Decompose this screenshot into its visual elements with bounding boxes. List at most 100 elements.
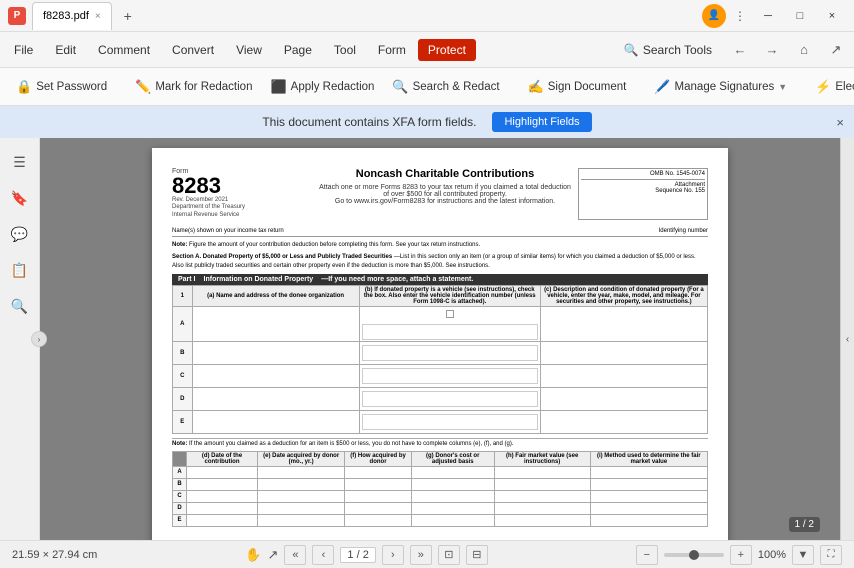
tab-bar: f8283.pdf × + [32, 2, 140, 30]
table2-row-a: A [173, 466, 708, 478]
col-i-header: (i) Method used to determine the fair ma… [590, 451, 707, 466]
select-tool-btn[interactable]: ↗ [268, 547, 279, 563]
fit-width-btn[interactable]: ⊟ [466, 545, 488, 565]
close-btn[interactable]: × [818, 5, 846, 27]
tab-close-btn[interactable]: × [95, 11, 101, 22]
menu-view[interactable]: View [226, 39, 272, 61]
contribution-details-table: (d) Date of the contribution (e) Date ac… [172, 451, 708, 527]
menu-file[interactable]: File [4, 39, 43, 61]
sidebar-icon-pages[interactable]: 📋 [4, 254, 36, 286]
dropdown-arrow-icon: ▼ [778, 82, 787, 92]
row2-a-fmv [494, 466, 590, 478]
new-tab-btn[interactable]: + [116, 4, 140, 28]
sidebar-icon-bookmark[interactable]: 🔖 [4, 182, 36, 214]
sidebar-icon-search[interactable]: 🔍 [4, 290, 36, 322]
hand-tool-btn[interactable]: ✋ [245, 547, 261, 563]
fullscreen-btn[interactable]: ⛶ [820, 545, 842, 565]
row2-b-fmv [494, 478, 590, 490]
row2-a-date [187, 466, 258, 478]
zoom-out-btn[interactable]: − [636, 545, 658, 565]
menu-comment[interactable]: Comment [88, 39, 160, 61]
row-a-vehicle [359, 306, 540, 341]
last-page-btn[interactable]: » [410, 545, 432, 565]
donated-property-table: 1 (a) Name and address of the donee orga… [172, 285, 708, 434]
zoom-dropdown-btn[interactable]: ▼ [792, 545, 814, 565]
menu-protect[interactable]: Protect [418, 39, 476, 61]
pdf-tab[interactable]: f8283.pdf × [32, 2, 112, 30]
highlight-fields-btn[interactable]: Highlight Fields [492, 112, 591, 132]
search-redact-btn[interactable]: 🔍 Search & Redact [384, 75, 507, 99]
xfa-message: This document contains XFA form fields. [262, 115, 476, 129]
fit-page-btn[interactable]: ⊡ [438, 545, 460, 565]
row-a-desc [540, 306, 707, 341]
manage-signatures-btn[interactable]: 🖊️ Manage Signatures ▼ [646, 75, 795, 99]
sidebar-icon-comment[interactable]: 💬 [4, 218, 36, 250]
table-row-c: C [173, 364, 708, 387]
row-d-vehicle [359, 387, 540, 410]
col2-num-header [173, 451, 187, 466]
first-page-btn[interactable]: « [284, 545, 306, 565]
right-sidebar-toggle[interactable]: ‹ [840, 138, 854, 540]
menu-right: 🔍 Search Tools ← → ⌂ ↗ [614, 36, 850, 64]
form-number: 8283 [172, 175, 312, 197]
bottom-note-bold: Note: [172, 441, 187, 447]
row2-e-method [590, 514, 707, 526]
part-title: Information on Donated Property [204, 276, 314, 283]
table2-row-c: C [173, 490, 708, 502]
redaction-mark-icon: ✏️ [135, 79, 151, 95]
prev-page-btn[interactable]: ‹ [312, 545, 334, 565]
table-row-b: B [173, 341, 708, 364]
sign-document-btn[interactable]: ✍️ Sign Document [520, 75, 635, 99]
status-bar-center: ✋ ↗ « ‹ 1 / 2 › » ⊡ ⊟ [105, 545, 628, 565]
minimize-btn[interactable]: ─ [754, 5, 782, 27]
set-password-btn[interactable]: 🔒 Set Password [8, 75, 115, 99]
row2-b-how [345, 478, 411, 490]
nav-forward-btn[interactable]: → [758, 36, 786, 64]
search-tools-btn[interactable]: 🔍 Search Tools [614, 39, 722, 61]
nav-back-btn[interactable]: ← [726, 36, 754, 64]
row2-e-how [345, 514, 411, 526]
search-tools-label: Search Tools [643, 43, 712, 57]
nav-share-btn[interactable]: ↗ [822, 36, 850, 64]
nav-home-btn[interactable]: ⌂ [790, 36, 818, 64]
apply-redaction-btn[interactable]: ⬛ Apply Redaction [262, 75, 382, 99]
row2-d-how [345, 502, 411, 514]
next-page-btn[interactable]: › [382, 545, 404, 565]
sidebar-expand-btn[interactable]: › [31, 331, 47, 347]
col-d-header: (d) Date of the contribution [187, 451, 258, 466]
menu-page[interactable]: Page [274, 39, 322, 61]
row2-d-cost [411, 502, 494, 514]
row-label-b: B [173, 341, 193, 364]
row-a-org [192, 306, 359, 341]
profile-icon[interactable]: 👤 [702, 4, 726, 28]
form-dept: Department of the Treasury Internal Reve… [172, 203, 312, 220]
row2-b-acquired [258, 478, 345, 490]
row2-e-fmv [494, 514, 590, 526]
pdf-area[interactable]: Form 8283 Rev. December 2021 Department … [40, 138, 840, 540]
row2-label-e: E [173, 514, 187, 526]
col-e-header: (e) Date acquired by donor (mo., yr.) [258, 451, 345, 466]
maximize-btn[interactable]: □ [786, 5, 814, 27]
row2-d-fmv [494, 502, 590, 514]
zoom-in-btn[interactable]: + [730, 545, 752, 565]
banner-close-btn[interactable]: × [836, 115, 844, 130]
electro-icon: ⚡ [815, 79, 831, 95]
menu-form[interactable]: Form [368, 39, 416, 61]
pdf-tab-filename: f8283.pdf [43, 10, 89, 22]
sidebar-icon-menu[interactable]: ☰ [4, 146, 36, 178]
search-redact-label: Search & Redact [413, 81, 500, 93]
row2-a-method [590, 466, 707, 478]
row-label-e: E [173, 410, 193, 433]
set-password-label: Set Password [36, 81, 107, 93]
row2-d-date [187, 502, 258, 514]
table-row-d: D [173, 387, 708, 410]
zoom-thumb[interactable] [689, 550, 699, 560]
mark-redaction-btn[interactable]: ✏️ Mark for Redaction [127, 75, 260, 99]
menu-convert[interactable]: Convert [162, 39, 224, 61]
row-c-desc [540, 364, 707, 387]
electro-btn[interactable]: ⚡ Electro... [807, 75, 854, 99]
menu-edit[interactable]: Edit [45, 39, 86, 61]
row2-a-acquired [258, 466, 345, 478]
zoom-slider[interactable] [664, 553, 724, 557]
menu-tool[interactable]: Tool [324, 39, 366, 61]
